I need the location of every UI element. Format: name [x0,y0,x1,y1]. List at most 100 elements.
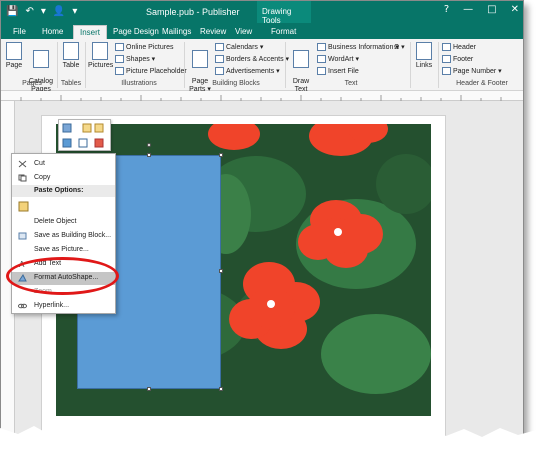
resize-handle[interactable] [147,153,151,157]
online-pictures-icon [115,43,124,51]
horizontal-ruler [1,91,523,101]
window-controls: ? — □ ✕ [444,4,519,15]
quick-access-toolbar: 💾 ↶ ▾ 👤 ▾ [6,6,77,17]
advertisements-icon [215,67,224,75]
paste-keep-formatting-button[interactable] [12,198,115,216]
business-information-button[interactable]: Business Information ▾ [317,43,399,51]
rotate-handle[interactable] [147,143,151,147]
undo-dropdown-icon[interactable]: ▾ [41,6,46,17]
tab-review[interactable]: Review [194,25,232,39]
resize-handle[interactable] [219,269,223,273]
maximize-button[interactable]: □ [487,4,496,15]
online-pictures-label: Online Pictures [126,43,174,51]
page-parts-icon [192,50,208,68]
menu-item-cut[interactable]: Cut [12,158,115,171]
wordart-icon [317,55,326,63]
minimize-button[interactable]: — [463,4,473,15]
paste-icon [18,201,29,212]
shapes-icon [115,55,124,63]
wordart-button[interactable]: WordArt ▾ [317,55,359,63]
ribbon-separator [85,42,86,88]
title-bar: 💾 ↶ ▾ 👤 ▾ Sample.pub - Publisher Drawing… [1,1,523,25]
window-title: Sample.pub - Publisher [146,7,240,17]
menu-item-hyperlink[interactable]: Hyperlink... [12,300,115,313]
pictures-icon [92,42,108,60]
ribbon-separator [410,42,411,88]
menu-item-save-as-picture[interactable]: Save as Picture... [12,244,115,257]
page-label: Page [5,62,23,69]
paste-options-header: Paste Options: [12,185,115,197]
symbol-button[interactable]: Ω ▾ [394,43,405,51]
page-number-icon [442,67,451,75]
ribbon: Page Catalog Pages Pages Table Tables Pi… [1,39,523,101]
resize-handle[interactable] [219,387,223,391]
resize-handle[interactable] [219,153,223,157]
mini-toolbar [58,119,111,151]
menu-item-save-building-block[interactable]: Save as Building Block... [12,230,115,243]
header-label: Header [453,43,476,51]
footer-button[interactable]: Footer [442,55,473,63]
group-label-tables: Tables [60,80,82,87]
calendars-button[interactable]: Calendars ▾ [215,43,263,51]
links-button[interactable]: Links [414,42,434,70]
ribbon-separator [184,42,185,88]
advertisements-button[interactable]: Advertisements ▾ [215,67,280,75]
menu-item-delete-object-label: Delete Object [34,218,77,225]
text-box-icon [293,50,309,68]
catalog-pages-icon [33,50,49,68]
torn-edge [0,426,540,464]
insert-file-label: Insert File [328,67,359,75]
insert-file-icon [317,67,326,75]
menu-item-hyperlink-label: Hyperlink... [34,302,70,309]
tab-insert[interactable]: Insert [73,25,108,39]
picture-placeholder-button[interactable]: Picture Placeholder [115,67,187,75]
picture-placeholder-label: Picture Placeholder [126,67,187,75]
table-button[interactable]: Table [61,42,81,70]
menu-item-save-building-block-label: Save as Building Block... [34,232,112,239]
tab-view[interactable]: View [229,25,258,39]
group-label-illustrations: Illustrations [121,80,157,87]
menu-item-copy[interactable]: Copy [12,172,115,185]
links-icon [416,42,432,60]
links-label: Links [415,62,433,69]
group-label-header-footer: Header & Footer [456,80,508,87]
online-pictures-button[interactable]: Online Pictures [115,43,173,51]
menu-item-delete-object[interactable]: Delete Object [12,216,115,229]
save-icon[interactable]: 💾 [6,6,18,17]
building-block-icon [18,232,27,240]
page-number-label: Page Number ▾ [453,68,502,75]
borders-accents-button[interactable]: Borders & Accents ▾ [215,55,289,63]
business-information-icon [317,43,326,51]
pictures-label: Pictures [88,62,114,69]
page-number-button[interactable]: Page Number ▾ [442,67,502,75]
page-button[interactable]: Page [5,42,23,70]
undo-icon[interactable]: ↶ [25,6,33,17]
picture-placeholder-icon [115,67,124,75]
ribbon-tabs: File Home Insert Page Design Mailings Re… [1,23,523,39]
menu-item-cut-label: Cut [34,160,45,167]
tab-format[interactable]: Format [265,25,302,39]
header-button[interactable]: Header [442,43,476,51]
scissors-icon [18,160,27,168]
tab-file[interactable]: File [7,25,32,39]
calendars-icon [215,43,224,51]
business-information-label: Business Information ▾ [328,44,399,51]
close-button[interactable]: ✕ [511,4,519,15]
advertisements-label: Advertisements ▾ [226,68,280,75]
ribbon-separator [285,42,286,88]
pictures-button[interactable]: Pictures [88,42,114,70]
publisher-window: 💾 ↶ ▾ 👤 ▾ Sample.pub - Publisher Drawing… [0,0,524,444]
shapes-button[interactable]: Shapes ▾ [115,55,155,63]
help-button[interactable]: ? [444,4,449,15]
resize-handle[interactable] [147,387,151,391]
tab-home[interactable]: Home [36,25,69,39]
tab-mailings[interactable]: Mailings [156,25,197,39]
insert-file-button[interactable]: Insert File [317,67,359,75]
borders-accents-icon [215,55,224,63]
footer-icon [442,55,451,63]
ribbon-separator [438,42,439,88]
customize-dropdown-icon[interactable]: ▾ [72,6,77,17]
ruler-ticks [20,95,502,101]
account-icon[interactable]: 👤 [53,6,65,17]
shapes-label: Shapes ▾ [126,56,156,63]
